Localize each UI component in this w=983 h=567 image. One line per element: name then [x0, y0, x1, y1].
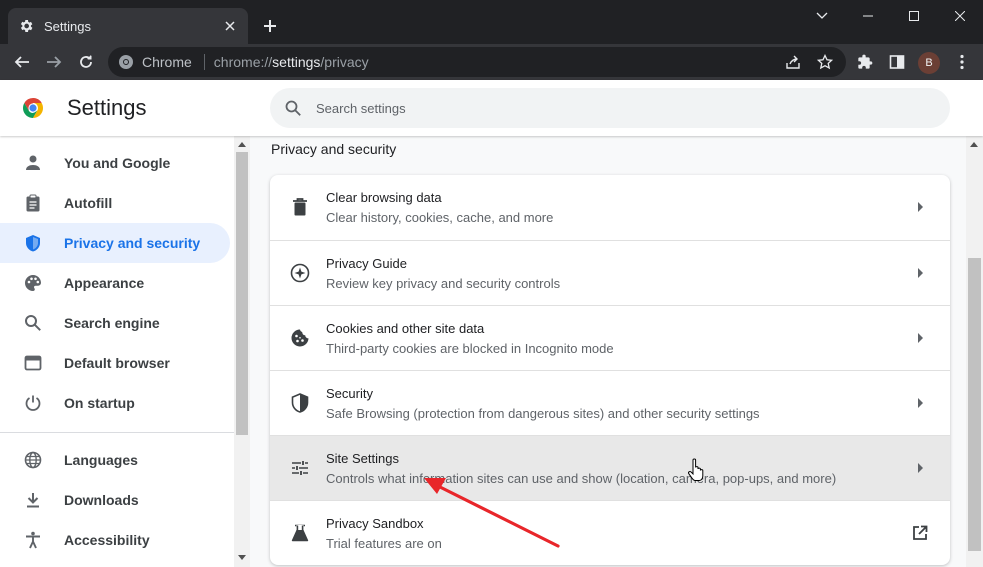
gear-icon	[18, 18, 34, 34]
globe-icon	[24, 451, 42, 469]
tab-title: Settings	[44, 18, 91, 34]
shield-outline-icon	[290, 393, 310, 413]
share-icon[interactable]	[779, 48, 807, 76]
new-tab-button[interactable]	[258, 14, 282, 38]
chrome-logo-icon	[118, 54, 134, 70]
chrome-logo-icon	[22, 97, 44, 119]
row-cookies-and-site-data[interactable]: Cookies and other site data Third-party …	[270, 305, 950, 370]
palette-icon	[24, 274, 42, 292]
sidebar: You and Google Autofill Privacy and secu…	[0, 136, 234, 567]
person-icon	[24, 154, 42, 172]
privacy-settings-card: Clear browsing data Clear history, cooki…	[270, 175, 950, 565]
close-tab-icon[interactable]	[222, 18, 238, 34]
sliders-icon	[290, 458, 310, 478]
sidebar-item-search-engine[interactable]: Search engine	[0, 303, 230, 343]
minimize-button[interactable]	[845, 0, 891, 32]
accessibility-icon	[24, 531, 42, 549]
maximize-button[interactable]	[891, 0, 937, 32]
sidebar-item-appearance[interactable]: Appearance	[0, 263, 230, 303]
side-panel-icon[interactable]	[883, 48, 911, 76]
settings-header: Settings	[0, 80, 983, 136]
chevron-right-icon	[910, 263, 930, 283]
sidebar-item-on-startup[interactable]: On startup	[0, 383, 230, 423]
chevron-right-icon	[910, 328, 930, 348]
back-button[interactable]	[8, 48, 36, 76]
bookmark-star-icon[interactable]	[811, 48, 839, 76]
row-clear-browsing-data[interactable]: Clear browsing data Clear history, cooki…	[270, 175, 950, 240]
search-box[interactable]	[270, 88, 950, 128]
clipboard-icon	[24, 194, 42, 212]
chevron-right-icon	[910, 393, 930, 413]
sidebar-item-accessibility[interactable]: Accessibility	[0, 520, 230, 560]
row-privacy-guide[interactable]: Privacy Guide Review key privacy and sec…	[270, 240, 950, 305]
compass-icon	[290, 263, 310, 283]
download-icon	[24, 491, 42, 509]
url-text: chrome://settings/privacy	[213, 54, 369, 70]
chevron-right-icon	[910, 197, 930, 217]
page-title: Settings	[67, 95, 147, 120]
main-scrollbar-thumb[interactable]	[968, 258, 981, 551]
sidebar-divider	[0, 432, 234, 433]
sidebar-item-privacy-and-security[interactable]: Privacy and security	[0, 223, 230, 263]
reload-button[interactable]	[72, 48, 100, 76]
sidebar-item-default-browser[interactable]: Default browser	[0, 343, 230, 383]
search-icon	[284, 99, 302, 117]
profile-avatar[interactable]: B	[918, 52, 940, 74]
sidebar-item-autofill[interactable]: Autofill	[0, 183, 230, 223]
search-input[interactable]	[316, 100, 816, 116]
address-bar[interactable]: Chrome chrome://settings/privacy	[108, 47, 846, 77]
chevron-right-icon	[910, 458, 930, 478]
sidebar-scrollbar-thumb[interactable]	[236, 152, 248, 435]
more-menu-icon[interactable]	[948, 48, 976, 76]
sidebar-item-downloads[interactable]: Downloads	[0, 480, 230, 520]
forward-button[interactable]	[40, 48, 68, 76]
shield-icon	[24, 234, 42, 252]
section-title: Privacy and security	[271, 141, 397, 157]
browser-toolbar: Chrome chrome://settings/privacy B	[0, 44, 983, 80]
cookie-icon	[290, 328, 310, 348]
row-security[interactable]: Security Safe Browsing (protection from …	[270, 370, 950, 435]
flask-icon	[290, 523, 310, 543]
tab-settings[interactable]: Settings	[8, 8, 248, 44]
search-icon	[24, 314, 42, 332]
external-link-icon	[910, 523, 930, 543]
sidebar-item-languages[interactable]: Languages	[0, 440, 230, 480]
omnibox-divider	[203, 54, 205, 70]
sidebar-item-you-and-google[interactable]: You and Google	[0, 143, 230, 183]
row-site-settings[interactable]: Site Settings Controls what information …	[270, 435, 950, 500]
close-window-button[interactable]	[937, 0, 983, 32]
power-icon	[24, 394, 42, 412]
site-label: Chrome	[142, 54, 192, 70]
row-privacy-sandbox[interactable]: Privacy Sandbox Trial features are on	[270, 500, 950, 565]
title-bar: Settings	[0, 0, 983, 44]
tab-search-chevron-icon[interactable]	[799, 0, 845, 32]
trash-icon	[290, 197, 310, 217]
extensions-puzzle-icon[interactable]	[851, 48, 879, 76]
browser-window-icon	[24, 354, 42, 372]
